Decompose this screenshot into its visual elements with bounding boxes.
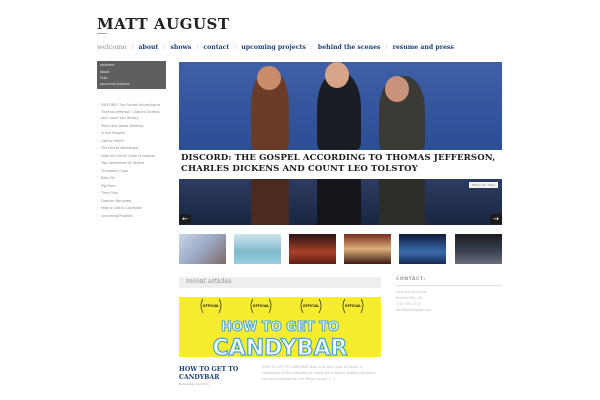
contact-email[interactable]: info@mattaugust.com <box>396 308 431 312</box>
actor-face <box>257 66 281 90</box>
nav-separator: / <box>310 43 313 51</box>
svg-text:CANDYBAR: CANDYBAR <box>213 336 348 357</box>
nav-separator: / <box>234 43 237 51</box>
slider-thumbnail[interactable] <box>455 234 502 264</box>
nav-contact[interactable]: contact <box>203 44 229 51</box>
slider-thumbnail[interactable] <box>344 234 391 264</box>
sidebar-item-discord-cont[interactable]: Thomas Jefferson, Charles Dickens <box>101 110 160 114</box>
site-title[interactable]: MATT AUGUST <box>97 15 230 33</box>
actor-face <box>385 76 409 102</box>
nav-resume-and-press[interactable]: resume and press <box>393 44 454 51</box>
sidebar-item[interactable]: › Two Gentlemen of Verona <box>97 161 144 165</box>
nav-upcoming-projects[interactable]: upcoming projects <box>241 44 306 51</box>
sidebar-item[interactable]: › Doenen Wounded <box>97 199 131 203</box>
sidebar-item-discord-cont[interactable]: and Count Leo Tolstoy <box>101 116 138 120</box>
actor-face <box>325 62 349 88</box>
sidebar-item[interactable]: › Pig Farm <box>97 184 116 188</box>
sidebar-item[interactable]: › Time Flies <box>97 191 118 195</box>
hero-slider[interactable]: DISCORD: THE GOSPEL ACCORDING TO THOMAS … <box>179 62 502 225</box>
nav-about[interactable]: about <box>139 44 159 51</box>
sidebar-item[interactable]: › Bahu Tai <box>97 176 115 180</box>
nav-behind-the-scenes[interactable]: behind the scenes <box>318 44 381 51</box>
hero-image-bottom <box>179 179 502 225</box>
sidebar-item[interactable]: › Liberty Smith <box>97 139 124 143</box>
nav-shows[interactable]: shows <box>170 44 191 51</box>
laurel-text: OFFICIAL <box>203 304 219 308</box>
svg-text:HOW TO GET TO: HOW TO GET TO <box>221 320 339 335</box>
slider-thumbnail[interactable] <box>179 234 226 264</box>
sidebar-item[interactable]: › How the Grinch Stole Christmas <box>97 154 155 158</box>
svg-text:OFFICIAL: OFFICIAL <box>345 304 361 308</box>
sidebar-link-welcome[interactable]: welcome <box>100 63 114 67</box>
nav-separator: / <box>163 43 166 51</box>
sidebar-item[interactable]: › Much Ado About Nothing <box>97 124 143 128</box>
sidebar-link-upcoming[interactable]: upcoming projects <box>100 82 130 86</box>
nav-separator: / <box>131 43 134 51</box>
actor-figure <box>317 179 361 225</box>
slider-next-button[interactable]: → <box>490 214 502 224</box>
contact-heading: CONTACT: <box>396 277 426 282</box>
sidebar-item[interactable]: › In the Heights <box>97 131 125 135</box>
hero-date: March 31, 2011 <box>469 182 499 188</box>
article-title[interactable]: HOW TO GET TO CANDYBAR <box>179 366 249 382</box>
nav-separator: / <box>196 43 199 51</box>
recent-articles-label: recent articles <box>186 278 232 285</box>
slider-thumbnail[interactable] <box>399 234 446 264</box>
sidebar-link-links[interactable]: links <box>100 76 107 80</box>
svg-text:OFFICIAL: OFFICIAL <box>253 304 269 308</box>
contact-line: Beverly Hills, CA <box>396 296 423 300</box>
nav-separator: / <box>385 43 388 51</box>
sidebar-item[interactable]: › How to Get to Candybar <box>97 206 142 210</box>
hero-image-top <box>179 62 502 150</box>
contact-line: Matt August Studio <box>396 290 427 294</box>
title-divider <box>97 33 107 34</box>
sidebar-item-discord[interactable]: › DISCORD: The Gospel According to <box>97 103 160 107</box>
sidebar-item[interactable]: › Christmas Carol <box>97 169 128 173</box>
slider-thumbnail[interactable] <box>234 234 281 264</box>
main-nav: welcome / about / shows / contact / upco… <box>97 43 454 51</box>
actor-figure <box>251 179 289 225</box>
sidebar-page-menu: welcome about links upcoming projects <box>97 61 166 89</box>
slider-prev-button[interactable]: ← <box>179 214 191 224</box>
article-image-candybar[interactable]: OFFICIAL OFFICIAL OFFICIAL OFFICIAL HOW … <box>179 297 381 357</box>
nav-welcome[interactable]: welcome <box>97 43 126 51</box>
hero-title[interactable]: DISCORD: THE GOSPEL ACCORDING TO THOMAS … <box>181 153 499 175</box>
sidebar-item[interactable]: › Upcoming Projects <box>97 214 133 218</box>
actor-figure <box>379 179 425 225</box>
svg-text:OFFICIAL: OFFICIAL <box>303 304 319 308</box>
article-date: November 11, 2011 <box>179 382 209 386</box>
candybar-poster: OFFICIAL OFFICIAL OFFICIAL OFFICIAL HOW … <box>200 298 364 357</box>
slider-thumbnail[interactable] <box>289 234 336 264</box>
sidebar-item[interactable]: › The Fourth Messenger <box>97 146 139 150</box>
sidebar-link-about[interactable]: about <box>100 70 109 74</box>
hero-caption: DISCORD: THE GOSPEL ACCORDING TO THOMAS … <box>179 150 502 179</box>
article-excerpt: HOW TO GET TO CANDYBAR Now in its third … <box>262 365 377 381</box>
contact-divider <box>396 285 502 286</box>
contact-line: (310) 555-0142 <box>396 302 421 306</box>
recent-articles-header: recent articles <box>179 277 381 288</box>
